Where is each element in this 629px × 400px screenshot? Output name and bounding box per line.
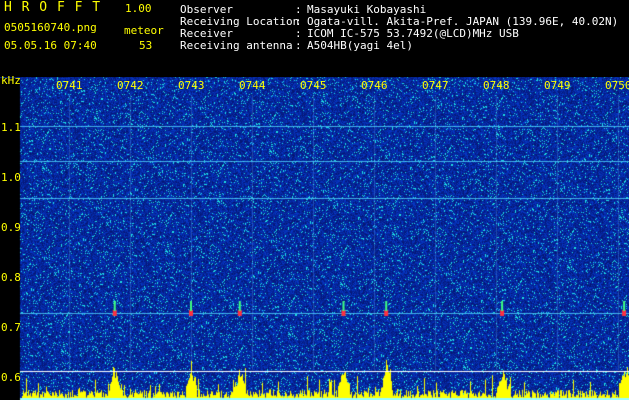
antenna-label: Receiving antenna <box>180 39 293 52</box>
time-tick-label: 0746 <box>361 79 388 92</box>
time-tick-label: 0743 <box>178 79 205 92</box>
mode-label: meteor <box>124 24 164 37</box>
app-title: H R O F F T <box>4 0 102 15</box>
y-tick-label: 1.1 <box>1 121 21 134</box>
y-tick-label: 0.8 <box>1 271 21 284</box>
antenna-value: A504HB(yagi 4el) <box>307 39 413 52</box>
count-label: 53 <box>139 39 153 52</box>
app-version: 1.00 <box>125 2 152 15</box>
time-tick-label: 0747 <box>422 79 449 92</box>
time-tick-label: 0745 <box>300 79 327 92</box>
header-panel: H R O F F T 1.00 0505160740.png meteor 0… <box>0 0 629 77</box>
time-tick-label: 0742 <box>117 79 144 92</box>
y-tick-label: 0.9 <box>1 221 21 234</box>
y-axis-unit: kHz <box>1 74 21 87</box>
antenna-sep: : <box>295 39 302 52</box>
time-tick-label: 0744 <box>239 79 266 92</box>
time-tick-label: 0750 <box>605 79 629 92</box>
filename-label: 0505160740.png <box>4 21 97 34</box>
y-tick-label: 1.0 <box>1 171 21 184</box>
time-tick-label: 0748 <box>483 79 510 92</box>
time-tick-label: 0749 <box>544 79 571 92</box>
y-tick-label: 0.7 <box>1 321 21 334</box>
datetime-label: 05.05.16 07:40 <box>4 39 97 52</box>
time-tick-label: 0741 <box>56 79 83 92</box>
y-tick-label: 0.6 <box>1 371 21 384</box>
